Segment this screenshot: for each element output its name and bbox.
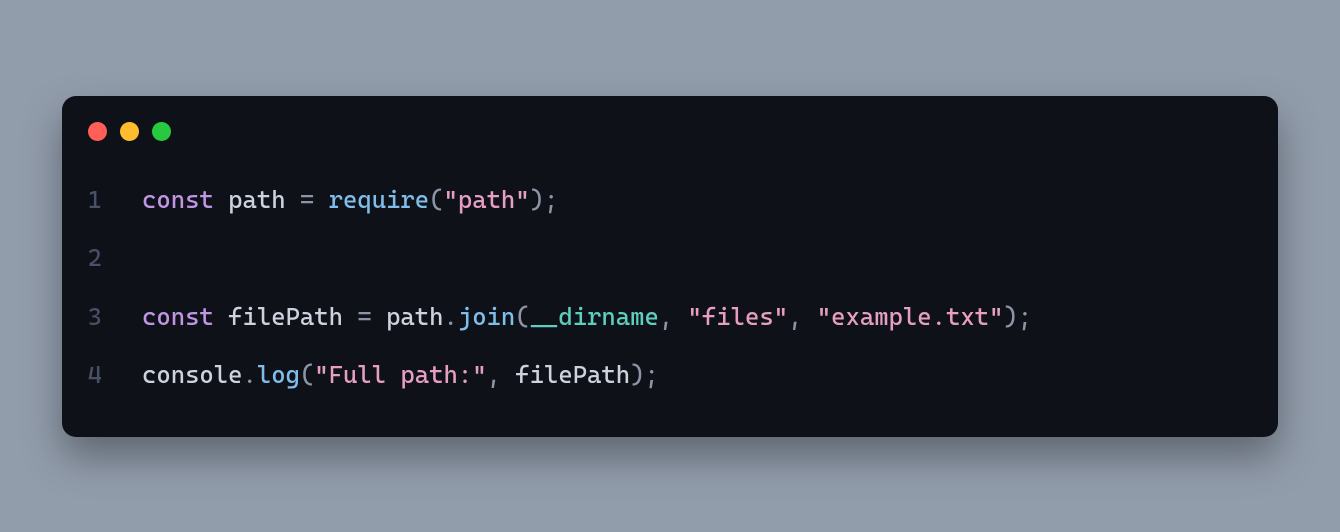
code-content: const path = require("path"); bbox=[142, 188, 558, 213]
line-number: 2 bbox=[62, 246, 142, 271]
code-token: filePath bbox=[228, 302, 343, 331]
line-number: 1 bbox=[62, 188, 142, 213]
code-token: = bbox=[357, 302, 371, 331]
code-token: , bbox=[659, 302, 688, 331]
code-line: 2 bbox=[62, 229, 1278, 288]
code-token: ); bbox=[530, 185, 559, 214]
code-token: ( bbox=[515, 302, 529, 331]
code-token: ); bbox=[630, 360, 659, 389]
code-token: = bbox=[300, 185, 314, 214]
code-token bbox=[314, 185, 328, 214]
code-token: , bbox=[487, 360, 516, 389]
code-token: "path" bbox=[444, 185, 530, 214]
close-icon[interactable] bbox=[88, 122, 107, 141]
code-line: 3const filePath = path.join(__dirname, "… bbox=[62, 288, 1278, 347]
window-controls bbox=[62, 122, 1278, 171]
line-number: 3 bbox=[62, 305, 142, 330]
code-token: path bbox=[228, 185, 285, 214]
code-token: ( bbox=[300, 360, 314, 389]
code-content: console.log("Full path:", filePath); bbox=[142, 363, 659, 388]
code-line: 1const path = require("path"); bbox=[62, 171, 1278, 230]
code-token: log bbox=[257, 360, 300, 389]
code-token: , bbox=[788, 302, 817, 331]
line-number: 4 bbox=[62, 363, 142, 388]
code-token: __dirname bbox=[530, 302, 659, 331]
code-token: ); bbox=[1003, 302, 1032, 331]
code-token bbox=[372, 302, 386, 331]
code-token: const bbox=[142, 185, 228, 214]
code-content: const filePath = path.join(__dirname, "f… bbox=[142, 305, 1032, 330]
code-token: filePath bbox=[515, 360, 630, 389]
code-token: join bbox=[458, 302, 515, 331]
code-token: "files" bbox=[688, 302, 789, 331]
code-content bbox=[142, 246, 156, 271]
code-line: 4console.log("Full path:", filePath); bbox=[62, 346, 1278, 405]
maximize-icon[interactable] bbox=[152, 122, 171, 141]
code-token: . bbox=[443, 302, 457, 331]
code-token: "example.txt" bbox=[817, 302, 1004, 331]
code-token: "Full path:" bbox=[314, 360, 486, 389]
minimize-icon[interactable] bbox=[120, 122, 139, 141]
code-token bbox=[343, 302, 357, 331]
code-token: ( bbox=[429, 185, 443, 214]
code-editor-window: 1const path = require("path");2 3const f… bbox=[62, 96, 1278, 437]
code-token: console bbox=[142, 360, 243, 389]
code-token: const bbox=[142, 302, 228, 331]
code-token: require bbox=[329, 185, 430, 214]
code-token bbox=[286, 185, 300, 214]
code-token: path bbox=[386, 302, 443, 331]
code-area[interactable]: 1const path = require("path");2 3const f… bbox=[62, 171, 1278, 405]
code-token: . bbox=[243, 360, 257, 389]
